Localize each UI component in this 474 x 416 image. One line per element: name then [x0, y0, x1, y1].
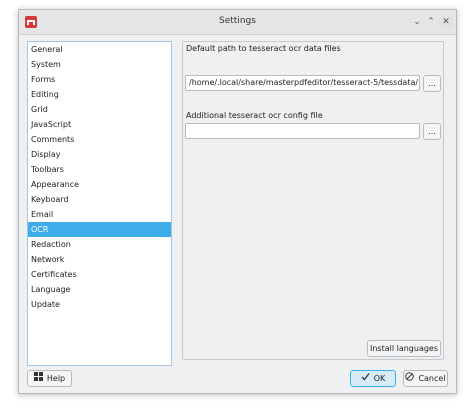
maximize-button[interactable]: ⌃: [424, 15, 438, 29]
sidebar-item-grid[interactable]: Grid: [28, 102, 171, 117]
cancel-icon: [405, 371, 415, 386]
config-file-label: Additional tesseract ocr config file: [186, 111, 323, 120]
sidebar-item-general[interactable]: General: [28, 42, 171, 57]
sidebar-item-certificates[interactable]: Certificates: [28, 267, 171, 282]
help-label: Help: [46, 374, 66, 383]
sidebar-item-forms[interactable]: Forms: [28, 72, 171, 87]
data-path-browse-button[interactable]: ...: [423, 75, 441, 92]
ocr-settings-panel: Default path to tesseract ocr data files…: [182, 41, 444, 360]
checkmark-icon: [361, 371, 370, 386]
data-path-input[interactable]: /home/.local/share/masterpdfeditor/tesse…: [185, 75, 420, 91]
sidebar-item-ocr[interactable]: OCR: [28, 222, 171, 237]
titlebar[interactable]: Settings ⌄ ⌃ ✕: [19, 10, 456, 35]
ok-button[interactable]: OK: [350, 370, 396, 387]
cancel-button[interactable]: Cancel: [403, 370, 448, 387]
close-button[interactable]: ✕: [439, 15, 453, 29]
sidebar-item-comments[interactable]: Comments: [28, 132, 171, 147]
sidebar-item-language[interactable]: Language: [28, 282, 171, 297]
config-file-browse-button[interactable]: ...: [423, 123, 441, 140]
sidebar-item-email[interactable]: Email: [28, 207, 171, 222]
sidebar-item-editing[interactable]: Editing: [28, 87, 171, 102]
sidebar-item-javascript[interactable]: JavaScript: [28, 117, 171, 132]
help-icon: [33, 371, 43, 386]
minimize-button[interactable]: ⌄: [410, 15, 424, 29]
sidebar-item-network[interactable]: Network: [28, 252, 171, 267]
help-button[interactable]: Help: [27, 370, 72, 387]
data-path-label: Default path to tesseract ocr data files: [186, 44, 341, 53]
window-title: Settings: [219, 16, 256, 26]
sidebar-item-toolbars[interactable]: Toolbars: [28, 162, 171, 177]
sidebar-item-keyboard[interactable]: Keyboard: [28, 192, 171, 207]
sidebar-item-redaction[interactable]: Redaction: [28, 237, 171, 252]
sidebar-item-system[interactable]: System: [28, 57, 171, 72]
sidebar-item-display[interactable]: Display: [28, 147, 171, 162]
ok-label: OK: [373, 374, 386, 383]
install-languages-button[interactable]: Install languages: [367, 340, 441, 357]
settings-dialog: Settings ⌄ ⌃ ✕ General System Forms Edit…: [18, 9, 457, 394]
config-file-input[interactable]: [185, 123, 420, 139]
sidebar-item-update[interactable]: Update: [28, 297, 171, 312]
sidebar-item-appearance[interactable]: Appearance: [28, 177, 171, 192]
settings-category-list[interactable]: General System Forms Editing Grid JavaSc…: [27, 41, 172, 366]
cancel-label: Cancel: [418, 374, 446, 383]
